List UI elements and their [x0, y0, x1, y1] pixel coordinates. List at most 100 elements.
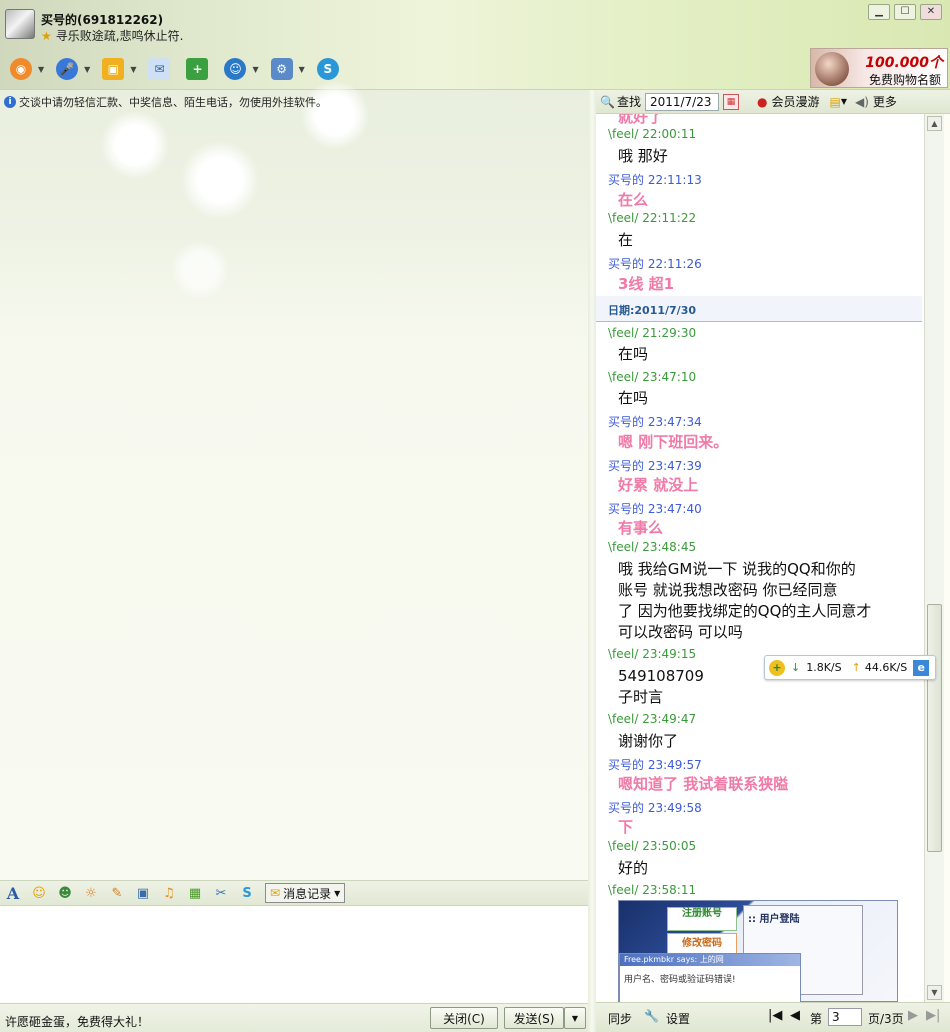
- chevron-down-icon[interactable]: ▼: [130, 65, 136, 74]
- send-file-button[interactable]: ▣: [98, 55, 128, 83]
- music-button[interactable]: ♫: [159, 883, 179, 903]
- ad-banner[interactable]: 100.000个 免费购物名额: [810, 48, 948, 88]
- history-message-header: \feel/ 21:29:30: [608, 326, 697, 340]
- page-prefix: 第: [810, 1012, 823, 1026]
- history-message-body: 在: [618, 231, 634, 249]
- video-call-button[interactable]: ◉: [6, 55, 36, 83]
- plus-icon[interactable]: +: [769, 659, 785, 676]
- thumb-dialog-title: Free.pkmbkr says: 上的网: [620, 954, 800, 966]
- history-message-body: 哦 我给GM说一下 说我的QQ和你的: [618, 560, 856, 578]
- info-icon: i: [4, 96, 16, 108]
- minimize-button[interactable]: ▁: [868, 4, 890, 20]
- contact-signature: ★ 寻乐败途疏,悲鸣休止符.: [41, 29, 184, 43]
- sms-button[interactable]: +: [182, 55, 212, 83]
- gear-icon: ⚙: [270, 58, 293, 80]
- history-message-body: 下: [618, 818, 634, 836]
- flower-decoration: [100, 110, 170, 180]
- history-search-button[interactable]: 查找: [617, 93, 641, 110]
- sync-button[interactable]: 同步: [608, 1010, 632, 1027]
- picture-button[interactable]: ▣: [133, 883, 153, 903]
- history-message-header: \feel/ 23:50:05: [608, 839, 697, 853]
- history-message-body: 有事么: [618, 519, 664, 537]
- mail-icon: ✉: [148, 58, 171, 80]
- safety-notice: i 交谈中请勿轻信汇款、中奖信息、陌生电话，勿使用外挂软件。: [4, 94, 327, 110]
- chevron-down-icon: ▼: [334, 888, 341, 898]
- screenshot-image[interactable]: 注册账号 修改密码 :: 用户登陆 Free.pkmbkr says: 上的网 …: [618, 900, 898, 1002]
- history-message-body: 549108709: [618, 667, 704, 685]
- font-button[interactable]: A: [3, 883, 23, 903]
- soso-icon[interactable]: S: [237, 883, 257, 903]
- chevron-down-icon[interactable]: ▼: [38, 65, 44, 74]
- ad-text: 免费购物名额: [868, 73, 941, 87]
- voice-call-button[interactable]: 🎤: [52, 55, 82, 83]
- thumb-dialog: Free.pkmbkr says: 上的网 用户名、密码或验证码错误!: [619, 953, 801, 1002]
- close-chat-button[interactable]: 关闭(C): [430, 1007, 498, 1029]
- message-add-icon: +: [186, 58, 209, 80]
- shake-button[interactable]: ☼: [81, 883, 101, 903]
- emoji-button[interactable]: ☺: [29, 883, 49, 903]
- send-button[interactable]: 发送(S): [504, 1007, 564, 1029]
- history-icon: ✉: [270, 886, 281, 900]
- message-history-button[interactable]: ✉ 消息记录 ▼: [265, 883, 346, 903]
- search-icon[interactable]: 🔍: [600, 95, 615, 109]
- gift-button[interactable]: ▦: [185, 883, 205, 903]
- flower-decoration: [180, 140, 260, 220]
- scroll-thumb[interactable]: [927, 604, 942, 852]
- chevron-down-icon[interactable]: ▼: [252, 65, 258, 74]
- ie-icon[interactable]: e: [913, 659, 930, 676]
- chevron-down-icon[interactable]: ▼: [299, 65, 305, 74]
- folder-icon: ▣: [102, 58, 125, 80]
- last-page-icon[interactable]: ▶|: [926, 1008, 940, 1023]
- main-toolbar: ◉ ▼ 🎤 ▼ ▣ ▼ ✉ + ☺ ▼ ⚙ ▼ S: [6, 55, 343, 83]
- magic-emoji-button[interactable]: ☻: [55, 883, 75, 903]
- bottom-bar: 许愿砸金蛋，免费得大礼！ 关闭(C) 发送(S) ▼: [0, 1003, 588, 1032]
- page-number-input[interactable]: 3: [828, 1008, 862, 1026]
- history-date-input[interactable]: 2011/7/23: [644, 92, 719, 111]
- prev-page-icon[interactable]: ◀: [790, 1008, 800, 1023]
- history-message-body: 就好了: [618, 114, 664, 126]
- promo-link[interactable]: 许愿砸金蛋，免费得大礼！: [5, 1013, 149, 1030]
- app-button[interactable]: ☺: [220, 55, 250, 83]
- history-message-body: 好的: [618, 859, 649, 877]
- scroll-up-icon[interactable]: ▲: [927, 116, 942, 131]
- download-speed: 1.8K/S: [806, 661, 842, 674]
- send-options-button[interactable]: ▼: [564, 1007, 586, 1029]
- history-message-body: 哦 那好: [618, 147, 668, 165]
- speaker-icon[interactable]: ◀): [855, 95, 869, 109]
- scroll-down-icon[interactable]: ▼: [927, 985, 942, 1000]
- message-input[interactable]: [0, 907, 588, 1002]
- ad-amount: 100.000个: [865, 55, 943, 71]
- thumb-password-box: 修改密码: [667, 933, 737, 955]
- scrawl-button[interactable]: ✎: [107, 883, 127, 903]
- chevron-down-icon[interactable]: ▼: [841, 97, 847, 106]
- settings-button[interactable]: ⚙: [267, 55, 297, 83]
- history-settings-button[interactable]: 设置: [666, 1010, 690, 1027]
- screenshot-button[interactable]: ✂: [211, 883, 231, 903]
- history-message-header: \feel/ 23:49:47: [608, 712, 697, 726]
- pane-divider[interactable]: [588, 90, 596, 1032]
- maximize-button[interactable]: ☐: [894, 4, 916, 20]
- send-mail-button[interactable]: ✉: [144, 55, 174, 83]
- member-roaming-button[interactable]: 会员漫游: [771, 93, 819, 110]
- soso-button[interactable]: S: [313, 55, 343, 83]
- network-speed-widget[interactable]: + ↓ 1.8K/S ↑ 44.6K/S e: [764, 655, 936, 680]
- history-message-body: 3线 超1: [618, 275, 675, 293]
- calendar-icon[interactable]: ▦: [722, 93, 739, 110]
- history-message-header: 买号的 22:11:13: [608, 173, 702, 187]
- next-page-icon[interactable]: ▶: [908, 1008, 918, 1023]
- contact-avatar[interactable]: [5, 9, 35, 39]
- export-icon[interactable]: ▤: [829, 95, 840, 109]
- history-message-header: 买号的 22:11:26: [608, 257, 702, 271]
- history-scrollbar[interactable]: ▲ ▼: [924, 114, 944, 1002]
- chevron-down-icon[interactable]: ▼: [84, 65, 90, 74]
- more-button[interactable]: 更多: [873, 93, 897, 110]
- history-list: 就好了 \feel/ 22:00:11 哦 那好 买号的 22:11:13 在么…: [596, 114, 924, 1002]
- history-bottom-bar: 同步 🔧 设置 |◀ ◀ 第 3 页/3页 ▶ ▶|: [596, 1002, 950, 1032]
- history-message-body: 在么: [618, 191, 649, 209]
- close-window-button[interactable]: ✕: [920, 4, 942, 20]
- ad-portrait: [815, 52, 849, 86]
- first-page-icon[interactable]: |◀: [768, 1008, 782, 1023]
- history-message-body: 好累 就没上: [618, 476, 699, 494]
- history-message-header: \feel/ 22:11:22: [608, 211, 697, 225]
- history-message-header: 买号的 23:47:40: [608, 502, 702, 516]
